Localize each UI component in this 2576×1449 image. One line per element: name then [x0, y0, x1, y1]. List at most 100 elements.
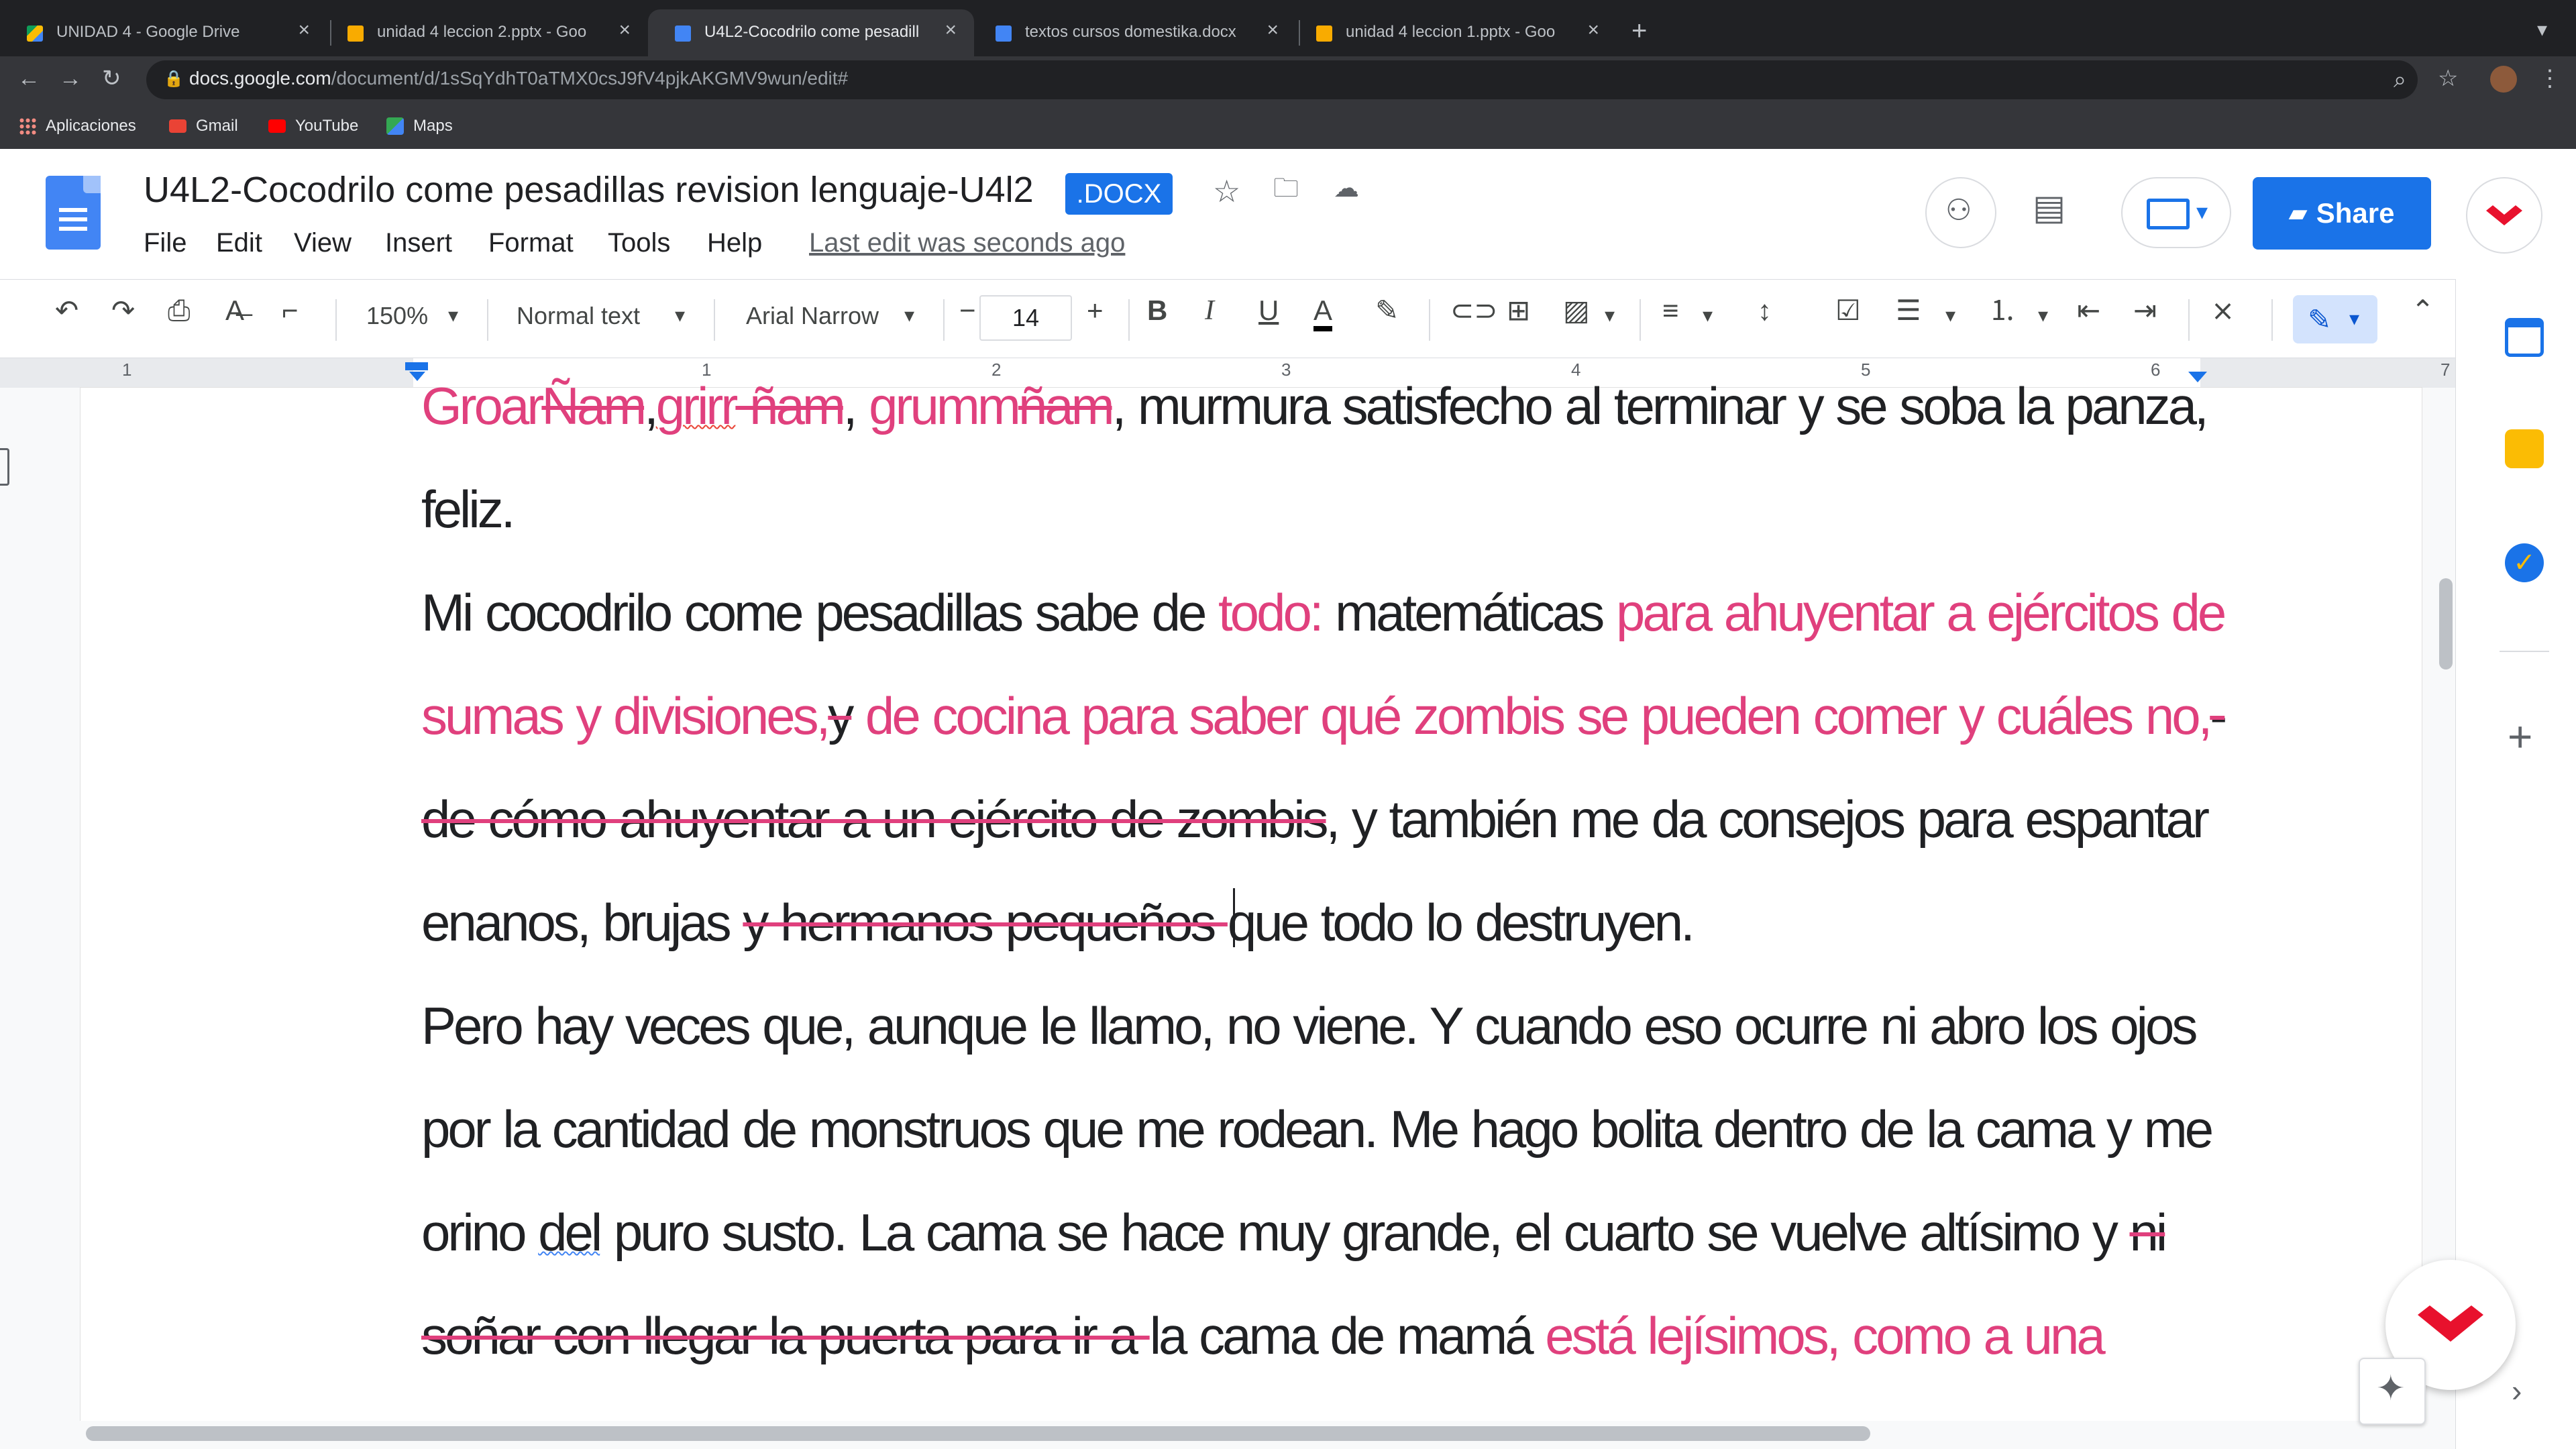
text-run[interactable]: Mi cocodrilo come pesadillas sabe de — [421, 583, 1218, 642]
zoom-select[interactable]: 150% — [366, 302, 428, 330]
suggested-insertion[interactable]: para ahuyentar a ejércitos de — [1616, 583, 2226, 642]
print-icon[interactable]: ⎙ — [168, 297, 191, 325]
close-tab-icon[interactable]: × — [298, 19, 310, 42]
url-text[interactable]: docs.google.com/document/d/1sSqYdhT0aTMX… — [189, 68, 848, 89]
reload-icon[interactable]: ↻ — [102, 67, 121, 90]
menu-tools[interactable]: Tools — [608, 228, 670, 258]
comments-icon[interactable]: ▤ — [2033, 191, 2065, 225]
text-run[interactable]: la cama de mamá — [1150, 1306, 1546, 1365]
suggested-insertion[interactable]: está lejísimos, como a una — [1545, 1306, 2105, 1365]
suggested-deletion[interactable]: Ñam — [541, 376, 647, 435]
share-button[interactable]: ▰ Share — [2253, 177, 2431, 250]
menu-view[interactable]: View — [294, 228, 352, 258]
body-line[interactable]: Mi cocodrilo come pesadillas sabe de tod… — [421, 582, 2226, 643]
chevron-down-icon[interactable]: ▾ — [1605, 306, 1615, 326]
menu-file[interactable]: File — [144, 228, 186, 258]
text-run[interactable]: , murmura satisfecho al terminar y se so… — [1112, 376, 2209, 435]
tab-search-icon[interactable]: ▾ — [2537, 20, 2547, 40]
close-tab-icon[interactable]: × — [1267, 19, 1279, 42]
tab-google-drive[interactable]: UNIDAD 4 - Google Drive × — [0, 9, 327, 56]
text-run[interactable]: , — [843, 376, 869, 435]
align-icon[interactable]: ≡ — [1662, 297, 1679, 325]
body-line[interactable]: por la cantidad de monstruos que me rode… — [421, 1099, 2214, 1160]
body-line[interactable]: orino del puro susto. La cama se hace mu… — [421, 1202, 2168, 1263]
chevron-down-icon[interactable]: ▾ — [904, 306, 914, 326]
body-line[interactable]: soñar con llegar la puerta para ir a la … — [421, 1305, 2106, 1366]
chevron-down-icon[interactable]: ▾ — [1703, 306, 1713, 326]
suggested-insertion[interactable]: Groar — [421, 376, 544, 435]
grammar-suggestion[interactable]: del — [538, 1203, 602, 1262]
text-run[interactable]: que todo lo destruyen. — [1228, 893, 1695, 952]
highlight-color-icon[interactable]: ✎ — [1375, 297, 1399, 325]
add-comment-icon[interactable]: ⊞ — [1507, 297, 1530, 325]
star-icon[interactable]: ☆ — [1213, 176, 1240, 207]
calendar-icon[interactable] — [2505, 318, 2544, 357]
undo-icon[interactable]: ↶ — [55, 297, 78, 325]
italic-button[interactable]: I — [1205, 297, 1214, 325]
account-avatar[interactable] — [2466, 177, 2542, 254]
font-size-input[interactable]: 14 — [979, 295, 1072, 341]
chevron-down-icon[interactable]: ▾ — [1945, 306, 1955, 326]
tab-cocodrilo-doc[interactable]: U4L2-Cocodrilo come pesadill × — [648, 9, 974, 56]
suggested-deletion[interactable]: - — [2210, 686, 2227, 745]
text-run[interactable]: matemáticas — [1322, 583, 1616, 642]
cloud-saved-icon[interactable]: ☁ — [1334, 176, 1359, 201]
document-title[interactable]: U4L2-Cocodrilo come pesadillas revision … — [144, 169, 1034, 211]
bookmark-gmail[interactable]: Gmail — [169, 114, 238, 138]
text-run[interactable]: orino — [421, 1203, 538, 1262]
menu-insert[interactable]: Insert — [385, 228, 452, 258]
profile-avatar[interactable] — [2490, 66, 2517, 93]
new-tab-button[interactable]: + — [1631, 17, 1647, 44]
menu-help[interactable]: Help — [707, 228, 762, 258]
paragraph-style-select[interactable]: Normal text — [517, 302, 640, 330]
insert-image-icon[interactable]: ▨ — [1563, 297, 1590, 325]
suggested-insertion[interactable]: todo: — [1218, 583, 1324, 642]
suggested-deletion[interactable]: soñar con llegar la puerta para ir a — [421, 1306, 1150, 1365]
menu-edit[interactable]: Edit — [216, 228, 262, 258]
lock-icon[interactable]: 🔒 — [164, 71, 184, 87]
text-run[interactable]: puro susto. La cama se hace muy grande, … — [600, 1203, 2129, 1262]
suggested-insertion[interactable]: sumas y divisiones, — [421, 686, 830, 745]
text-run[interactable]: , — [644, 376, 659, 435]
suggested-insertion[interactable]: grirr — [656, 376, 739, 435]
chrome-menu-icon[interactable]: ⋮ — [2538, 67, 2561, 90]
hide-menus-chevron-up-icon[interactable]: ⌃ — [2411, 297, 2434, 325]
chevron-down-icon[interactable]: ▾ — [2038, 306, 2048, 326]
numbered-list-icon[interactable]: ⒈ — [1988, 297, 2017, 325]
suggested-deletion[interactable]: ni — [2130, 1203, 2168, 1262]
text-run[interactable]: , y también me da consejos para espantar — [1326, 790, 2210, 849]
insert-link-icon[interactable]: ⊂⊃ — [1450, 297, 1497, 325]
close-tab-icon[interactable]: × — [945, 19, 957, 42]
font-family-select[interactable]: Arial Narrow — [746, 302, 879, 330]
text-run[interactable]: enanos, brujas — [421, 893, 743, 952]
bookmark-apps[interactable]: Aplicaciones — [19, 114, 136, 138]
suggested-deletion[interactable]: y hermanos pequeños — [743, 893, 1228, 952]
body-line[interactable]: de cómo ahuyentar a un ejército de zombi… — [421, 789, 2210, 850]
close-tab-icon[interactable]: × — [1587, 19, 1599, 42]
suggested-insertion[interactable]: de cocina para saber qué zombis se puede… — [851, 686, 2212, 745]
bookmark-youtube[interactable]: YouTube — [268, 114, 358, 138]
body-line[interactable]: GroarÑam,grirr ñam, grummñam, murmura sa… — [421, 376, 2209, 437]
text-color-button[interactable]: A — [1313, 297, 1333, 331]
explore-button[interactable]: ✦ — [2359, 1358, 2426, 1425]
spellcheck-icon[interactable]: A̶ — [225, 297, 244, 325]
zoom-icon[interactable]: ⌕ — [2394, 68, 2406, 91]
chevron-down-icon[interactable]: ▾ — [448, 306, 458, 326]
suggested-deletion[interactable]: y — [828, 686, 854, 745]
meet-activity-button[interactable]: ⚇ — [1925, 177, 1996, 248]
clear-formatting-icon[interactable]: ⨯ — [2211, 297, 2235, 325]
body-line[interactable]: enanos, brujas y hermanos pequeños que t… — [421, 892, 1695, 953]
suggested-deletion[interactable]: ñam — [1018, 376, 1115, 435]
document-outline-icon[interactable] — [0, 448, 9, 486]
docs-home-icon[interactable] — [46, 176, 101, 250]
underline-button[interactable]: U — [1258, 297, 1279, 325]
decrease-font-size-button[interactable]: − — [959, 297, 976, 325]
suggested-insertion[interactable]: grumm — [869, 376, 1021, 435]
present-button[interactable]: ▾ — [2121, 177, 2231, 248]
decrease-indent-icon[interactable]: ⇤ — [2077, 297, 2100, 325]
tab-textos-cursos[interactable]: textos cursos domestika.docx × — [969, 9, 1296, 56]
checklist-icon[interactable]: ☑ — [1835, 297, 1861, 325]
chevron-down-icon[interactable]: ▾ — [675, 306, 685, 326]
suggested-deletion[interactable]: ñam — [735, 376, 846, 435]
suggested-deletion[interactable]: de cómo ahuyentar a un ejército de zombi… — [421, 790, 1329, 849]
